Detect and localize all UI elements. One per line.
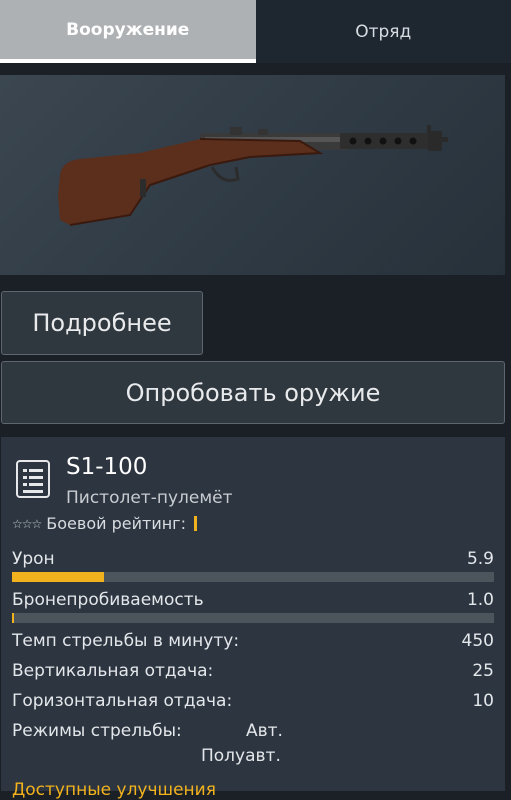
weapon-preview xyxy=(0,75,505,275)
rate-of-fire-value: 450 xyxy=(462,631,494,651)
penetration-value: 1.0 xyxy=(467,590,494,610)
penetration-bar xyxy=(12,613,494,623)
fire-mode-semi: Полуавт. xyxy=(201,746,281,766)
rate-of-fire-label: Темп стрельбы в минуту: xyxy=(12,631,239,651)
tab-squad[interactable]: Отряд xyxy=(256,0,511,63)
penetration-label: Бронепробиваемость xyxy=(12,590,204,610)
tab-weapons[interactable]: Вооружение xyxy=(0,0,256,63)
vertical-recoil-value: 25 xyxy=(472,661,494,681)
penetration-bar-fill xyxy=(12,613,14,623)
weapon-name: S1-100 xyxy=(66,454,147,480)
damage-label: Урон xyxy=(12,549,55,569)
smg-rifle-icon xyxy=(0,75,505,275)
horizontal-recoil-value: 10 xyxy=(472,691,494,711)
damage-value: 5.9 xyxy=(467,549,494,569)
weapon-type: Пистолет-пулемёт xyxy=(66,488,233,508)
try-weapon-button[interactable]: Опробовать оружие xyxy=(1,361,505,424)
vertical-recoil-label: Вертикальная отдача: xyxy=(12,661,213,681)
fire-mode-auto: Авт. xyxy=(246,721,283,741)
damage-bar xyxy=(12,572,494,582)
list-icon xyxy=(16,460,50,498)
horizontal-recoil-label: Горизонтальная отдача: xyxy=(12,691,232,711)
tab-bar: Вооружение Отряд xyxy=(0,0,511,63)
rating-stars-icon: ☆☆☆ xyxy=(12,517,41,531)
details-button[interactable]: Подробнее xyxy=(1,291,203,355)
battle-rating-bar xyxy=(194,516,197,531)
fire-modes-label: Режимы стрельбы: xyxy=(12,721,182,741)
battle-rating-label: Боевой рейтинг: xyxy=(46,514,186,533)
available-upgrades-link[interactable]: Доступные улучшения xyxy=(12,780,216,800)
battle-rating: ☆☆☆ Боевой рейтинг: xyxy=(12,514,197,533)
damage-bar-fill xyxy=(12,572,104,582)
